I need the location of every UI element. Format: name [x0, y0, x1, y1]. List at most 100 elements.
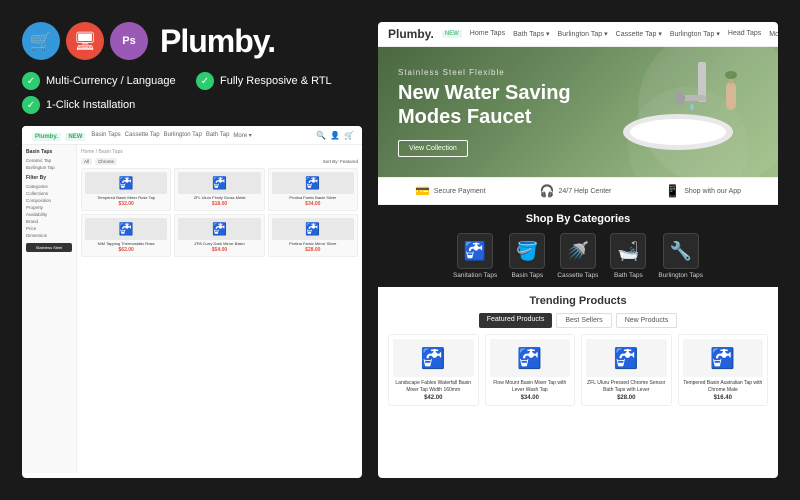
store-header: Plumby. NEW Home Taps Bath Taps ▾ Burlin…	[378, 22, 778, 47]
trending-tab-bestsellers[interactable]: Best Sellers	[556, 313, 611, 328]
mini-store-header: Plumby. NEW Basin Taps Cassette Tap Burl…	[22, 126, 362, 145]
help-center-icon: 🎧	[540, 184, 555, 198]
basin-taps-icon: 🪣	[509, 233, 545, 269]
mini-header-icons: 🔍 👤 🛒	[316, 131, 354, 140]
hero-section: Stainless Steel Flexible New Water Savin…	[378, 47, 778, 177]
hero-faucet-svg	[578, 47, 758, 167]
feat-help-center: 🎧 24/7 Help Center	[540, 184, 612, 198]
feature-oneclick: ✓ 1-Click Installation	[22, 96, 362, 114]
store-nav-burlington2[interactable]: Burlington Tap ▾	[670, 30, 720, 38]
trend-product-img-4: 🚰	[683, 339, 764, 377]
mini-user-icon[interactable]: 👤	[330, 131, 340, 140]
trending-title: Trending Products	[388, 295, 768, 307]
store-nav-burlington[interactable]: Burlington Tap ▾	[558, 30, 608, 38]
trend-product-img-2: 🚰	[490, 339, 571, 377]
monitor-icon-circle: 🖥	[66, 22, 104, 60]
mini-nav-item-5[interactable]: More ▾	[233, 132, 251, 139]
trend-product-img-1: 🚰	[393, 339, 474, 377]
mini-product-img-1: 🚰	[85, 172, 167, 194]
trend-product-2: 🚰 Flow Mount Basin Mixer Tap with Lever …	[485, 334, 576, 406]
mini-product-4: 🚰 NIM Tapping Thermostatic Rose $62.00	[81, 214, 171, 257]
feature-responsive: ✓ Fully Resposive & RTL	[196, 72, 362, 90]
store-nav-more[interactable]: More ▾	[769, 30, 778, 38]
trend-product-img-3: 🚰	[586, 339, 667, 377]
mini-sidebar-tag: Stainless Steel	[26, 243, 72, 252]
check-icon-3: ✓	[22, 96, 40, 114]
feature-multicurrency: ✓ Multi-Currency / Language	[22, 72, 188, 90]
mini-store-content: Home / Basin Taps All Chrome Sort By: Fe…	[77, 145, 362, 473]
trending-tab-featured[interactable]: Featured Products	[479, 313, 553, 328]
store-nav-head[interactable]: Head Taps	[728, 30, 761, 38]
icon-group: 🛒 🖥 Ps	[22, 22, 148, 60]
burlington-taps-icon: 🔧	[663, 233, 699, 269]
hero-title: New Water Saving Modes Faucet	[398, 81, 571, 129]
mini-store-body: Basin Taps Ceramic Tap Burlington Tap Fi…	[22, 145, 362, 473]
mini-sort-label: Sort By: Featured	[323, 159, 358, 164]
mini-product-3: 🚰 Protina Famic Basin Silver $34.00	[268, 168, 358, 211]
trend-product-4: 🚰 Tempered Basin Australian Tap with Chr…	[678, 334, 769, 406]
hero-image-area	[578, 47, 778, 177]
mini-store-preview: Plumby. NEW Basin Taps Cassette Tap Burl…	[22, 126, 362, 478]
hero-subtitle: Stainless Steel Flexible	[398, 68, 571, 77]
mini-sidebar: Basin Taps Ceramic Tap Burlington Tap Fi…	[22, 145, 77, 473]
mini-nav-item-1[interactable]: Basin Taps	[91, 132, 120, 139]
mini-breadcrumb: Home / Basin Taps	[81, 149, 358, 155]
mini-product-2: 🚰 ZFL Uluru Fimily Gross Metal $18.00	[174, 168, 264, 211]
brand-name: Plumby.	[160, 23, 275, 60]
category-bath-taps[interactable]: 🛁 Bath Taps	[610, 233, 646, 279]
mini-nav-item-2[interactable]: Cassette Tap	[125, 132, 160, 139]
categories-section: Shop By Categories 🚰 Sanitation Taps 🪣 B…	[378, 205, 778, 287]
hero-view-collection-button[interactable]: View Collection	[398, 140, 468, 157]
bath-taps-icon: 🛁	[610, 233, 646, 269]
trending-tab-new[interactable]: New Products	[616, 313, 678, 328]
categories-row: 🚰 Sanitation Taps 🪣 Basin Taps 🚿 Cassett…	[388, 233, 768, 279]
trend-product-1: 🚰 Landscape Fables Waterfall Basin Mixer…	[388, 334, 479, 406]
category-sanitation-taps[interactable]: 🚰 Sanitation Taps	[453, 233, 497, 279]
mini-filter-btn-chrome[interactable]: Chrome	[95, 158, 117, 165]
trending-products-grid: 🚰 Landscape Fables Waterfall Basin Mixer…	[388, 334, 768, 406]
mini-filter-row: All Chrome Sort By: Featured	[81, 158, 358, 165]
trending-section: Trending Products Featured Products Best…	[378, 287, 778, 478]
trending-tabs: Featured Products Best Sellers New Produ…	[388, 313, 768, 328]
trend-product-3: 🚰 ZFL Uluru Pressed Chrome Sensor Bath T…	[581, 334, 672, 406]
mini-cart-icon[interactable]: 🛒	[344, 131, 354, 140]
category-burlington-taps[interactable]: 🔧 Burlington Taps	[658, 233, 703, 279]
mini-product-6: 🚰 Protina Famic Mirror Silver $28.00	[268, 214, 358, 257]
mini-sidebar-section-basintaps: Basin Taps Ceramic Tap Burlington Tap	[26, 149, 72, 171]
category-cassette-taps[interactable]: 🚿 Cassette Taps	[557, 233, 598, 279]
mini-product-img-2: 🚰	[178, 172, 260, 194]
store-nav-home[interactable]: Home Taps	[470, 30, 505, 38]
category-basin-taps[interactable]: 🪣 Basin Taps	[509, 233, 545, 279]
mini-product-img-6: 🚰	[272, 218, 354, 240]
right-panel: Plumby. NEW Home Taps Bath Taps ▾ Burlin…	[378, 22, 778, 478]
mini-product-img-5: 🚰	[178, 218, 260, 240]
main-container: 🛒 🖥 Ps Plumby. ✓ Multi-Currency / Langua…	[10, 10, 790, 490]
store-nav-cassette[interactable]: Cassette Tap ▾	[616, 30, 662, 38]
categories-title: Shop By Categories	[388, 213, 768, 225]
left-panel: 🛒 🖥 Ps Plumby. ✓ Multi-Currency / Langua…	[22, 22, 362, 478]
mini-product-img-4: 🚰	[85, 218, 167, 240]
secure-payment-icon: 💳	[415, 184, 430, 198]
features-grid: ✓ Multi-Currency / Language ✓ Fully Resp…	[22, 72, 362, 114]
store-nav-bath[interactable]: Bath Taps ▾	[513, 30, 549, 38]
mini-nav-item-3[interactable]: Burlington Tap	[164, 132, 202, 139]
feat-shop-app: 📱 Shop with our App	[665, 184, 741, 198]
store-nav: Home Taps Bath Taps ▾ Burlington Tap ▾ C…	[470, 30, 778, 38]
mini-product-5: 🚰 ZPA Curry Dark Mirror Basin $54.00	[174, 214, 264, 257]
mini-sidebar-section-filter: Filter By Categories Collections Composi…	[26, 175, 72, 239]
check-icon-2: ✓	[196, 72, 214, 90]
ps-icon-circle: Ps	[110, 22, 148, 60]
store-logo: Plumby.	[388, 27, 434, 41]
cassette-taps-icon: 🚿	[560, 233, 596, 269]
mini-products-grid: 🚰 Tempered Basin Mixer Rose Tap $32.00 🚰…	[81, 168, 358, 257]
feat-secure-payment: 💳 Secure Payment	[415, 184, 486, 198]
mini-product-1: 🚰 Tempered Basin Mixer Rose Tap $32.00	[81, 168, 171, 211]
mini-nav-item-4[interactable]: Bath Tap	[206, 132, 230, 139]
store-logo-badge: NEW	[442, 30, 462, 38]
store-top: Plumby. NEW Home Taps Bath Taps ▾ Burlin…	[378, 22, 778, 47]
mini-search-icon[interactable]: 🔍	[316, 131, 326, 140]
mini-product-img-3: 🚰	[272, 172, 354, 194]
check-icon-1: ✓	[22, 72, 40, 90]
features-bar: 💳 Secure Payment 🎧 24/7 Help Center 📱 Sh…	[378, 177, 778, 205]
mini-filter-btn-all[interactable]: All	[81, 158, 92, 165]
